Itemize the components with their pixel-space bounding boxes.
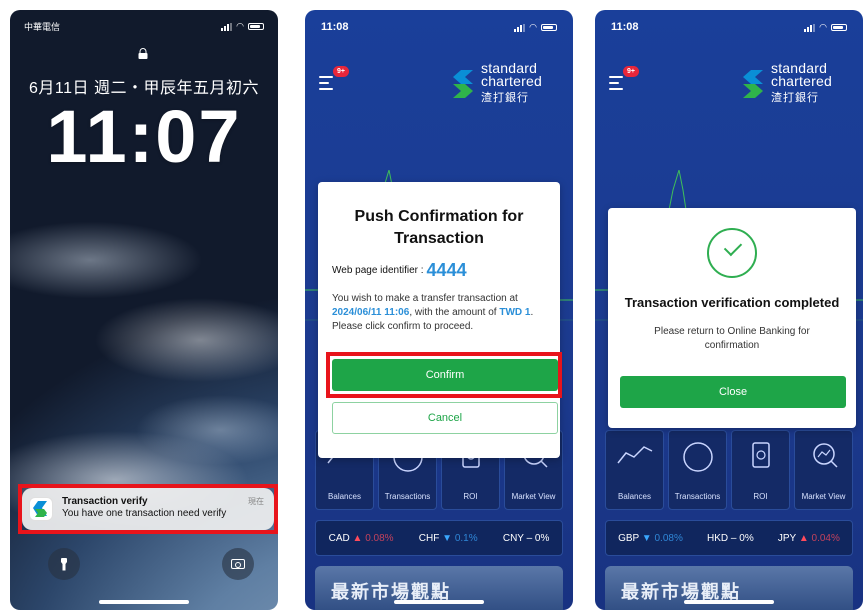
tile-label: Transactions bbox=[674, 492, 721, 501]
tile-roi[interactable]: ROI bbox=[731, 430, 790, 510]
transaction-description: You wish to make a transfer transaction … bbox=[332, 293, 534, 332]
logo-zh: 渣打銀行 bbox=[771, 92, 819, 104]
logo-mark-icon bbox=[451, 68, 477, 104]
tile-transactions[interactable]: Transactions bbox=[668, 430, 727, 510]
camera-icon bbox=[231, 559, 245, 569]
battery-icon bbox=[248, 23, 264, 30]
tile-label: ROI bbox=[463, 492, 478, 501]
home-indicator[interactable] bbox=[684, 600, 774, 604]
home-indicator[interactable] bbox=[394, 600, 484, 604]
home-indicator[interactable] bbox=[99, 600, 189, 604]
signal-icon bbox=[514, 23, 526, 32]
completed-screen: 11:08 ◠ 9+ standard chartered 渣打銀行 Balanc… bbox=[595, 10, 863, 610]
bank-logo: standard chartered 渣打銀行 bbox=[741, 61, 851, 112]
phone-dollar-icon bbox=[751, 442, 770, 468]
flashlight-icon bbox=[61, 557, 67, 571]
verification-complete-dialog: Transaction verification completed Pleas… bbox=[608, 208, 856, 428]
transaction-datetime: 2024/06/11 11:06 bbox=[332, 307, 410, 318]
logo-zh: 渣打銀行 bbox=[481, 92, 529, 104]
web-page-identifier: Web page identifier :4444 bbox=[332, 260, 467, 280]
push-confirmation-dialog: Push Confirmation for Transaction Web pa… bbox=[318, 182, 562, 458]
ticker-item: CNY – 0% bbox=[502, 532, 550, 544]
transaction-amount: TWD 1 bbox=[499, 307, 531, 318]
lock-clock: 11:07 bbox=[46, 95, 242, 178]
flashlight-button[interactable] bbox=[48, 548, 80, 580]
tile-label: Balances bbox=[328, 492, 361, 501]
close-button[interactable]: Close bbox=[620, 376, 846, 408]
currency-ticker[interactable]: GBP ▼ 0.08% HKD – 0% JPY ▲ 0.04% bbox=[605, 520, 853, 556]
tile-balances[interactable]: Balances bbox=[605, 430, 664, 510]
notification-badge: 9+ bbox=[623, 66, 639, 77]
lock-icon bbox=[138, 48, 148, 59]
notification-badge: 9+ bbox=[333, 66, 349, 77]
tile-label: Transactions bbox=[384, 492, 431, 501]
wifi-icon: ◠ bbox=[529, 22, 537, 32]
wifi-icon: ◠ bbox=[236, 21, 244, 31]
tile-label: Balances bbox=[618, 492, 651, 501]
signal-icon bbox=[221, 22, 233, 31]
logo-mark-icon bbox=[741, 68, 767, 104]
menu-icon[interactable] bbox=[609, 76, 623, 94]
currency-ticker[interactable]: CAD ▲ 0.08% CHF ▼ 0.1% CNY – 0% bbox=[315, 520, 563, 556]
quick-tiles: Balances Transactions ROI Market View bbox=[605, 430, 853, 510]
confirm-screen: 11:08 ◠ 9+ standard chartered 渣打銀行 Balanc… bbox=[305, 10, 573, 610]
ticker-item: CAD ▲ 0.08% bbox=[328, 532, 394, 544]
lock-screen: 中華電信 ◠ 6月11日 週二・甲辰年五月初六 11:07 Transactio… bbox=[10, 10, 278, 610]
ticker-item: CHF ▼ 0.1% bbox=[418, 532, 478, 544]
ticker-item: HKD – 0% bbox=[707, 532, 754, 544]
tile-market-view[interactable]: Market View bbox=[794, 430, 853, 510]
magnifier-chart-icon bbox=[812, 443, 838, 468]
tile-label: Market View bbox=[801, 492, 846, 501]
dialog-title: Push Confirmation for Transaction bbox=[354, 208, 524, 247]
ticker-item: GBP ▼ 0.08% bbox=[618, 532, 683, 544]
logo-line2: chartered bbox=[481, 73, 542, 89]
battery-icon bbox=[541, 24, 557, 31]
chart-line-icon bbox=[616, 446, 652, 464]
battery-icon bbox=[831, 24, 847, 31]
bank-logo: standard chartered 渣打銀行 bbox=[451, 61, 561, 112]
highlight-box bbox=[18, 484, 278, 534]
dialog-title: Transaction verification completed bbox=[624, 295, 840, 310]
wifi-icon: ◠ bbox=[819, 22, 827, 32]
camera-button[interactable] bbox=[222, 548, 254, 580]
status-bar: 中華電信 ◠ bbox=[24, 20, 264, 34]
tile-label: ROI bbox=[753, 492, 768, 501]
signal-icon bbox=[804, 23, 816, 32]
check-icon bbox=[707, 228, 757, 278]
cancel-button[interactable]: Cancel bbox=[332, 402, 558, 434]
status-time: 11:08 bbox=[321, 21, 349, 33]
logo-line2: chartered bbox=[771, 73, 832, 89]
carrier-name: 中華電信 bbox=[24, 22, 61, 32]
ticker-item: JPY ▲ 0.04% bbox=[777, 532, 840, 544]
tile-label: Market View bbox=[511, 492, 556, 501]
menu-icon[interactable] bbox=[319, 76, 333, 94]
highlight-box bbox=[326, 352, 562, 398]
identifier-code: 4444 bbox=[426, 260, 467, 280]
dialog-subtitle: Please return to Online Banking for conf… bbox=[654, 326, 810, 351]
status-time: 11:08 bbox=[611, 21, 639, 33]
circle-icon bbox=[682, 442, 713, 472]
